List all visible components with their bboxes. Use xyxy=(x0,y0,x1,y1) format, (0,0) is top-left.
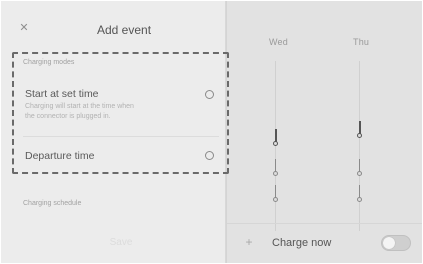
day-label-thu: Thu xyxy=(353,37,370,47)
charge-now-toggle[interactable] xyxy=(381,235,411,251)
schedule-slot[interactable] xyxy=(355,121,364,139)
highlight-box xyxy=(12,52,229,174)
divider xyxy=(226,223,422,224)
plus-icon[interactable]: + xyxy=(244,235,254,249)
day-label-wed: Wed xyxy=(269,37,288,47)
add-event-dialog: ✕ Add event Charging modes Start at set … xyxy=(1,1,229,263)
schedule-slot[interactable] xyxy=(271,185,280,203)
close-icon[interactable]: ✕ xyxy=(19,23,29,34)
toggle-knob xyxy=(383,237,395,249)
schedule-slot[interactable] xyxy=(271,129,280,147)
schedule-slot[interactable] xyxy=(355,159,364,177)
schedule-column-thu xyxy=(359,61,360,231)
schedule-slot[interactable] xyxy=(271,159,280,177)
charging-schedule-label: Charging schedule xyxy=(23,200,82,207)
dialog-title: Add event xyxy=(97,23,152,37)
save-button[interactable]: Save xyxy=(61,233,181,253)
charge-now-label: Charge now xyxy=(272,237,332,249)
app-screen: Wed Thu + Charge now ✕ Add event Chargin… xyxy=(1,1,422,263)
schedule-slot[interactable] xyxy=(355,185,364,203)
